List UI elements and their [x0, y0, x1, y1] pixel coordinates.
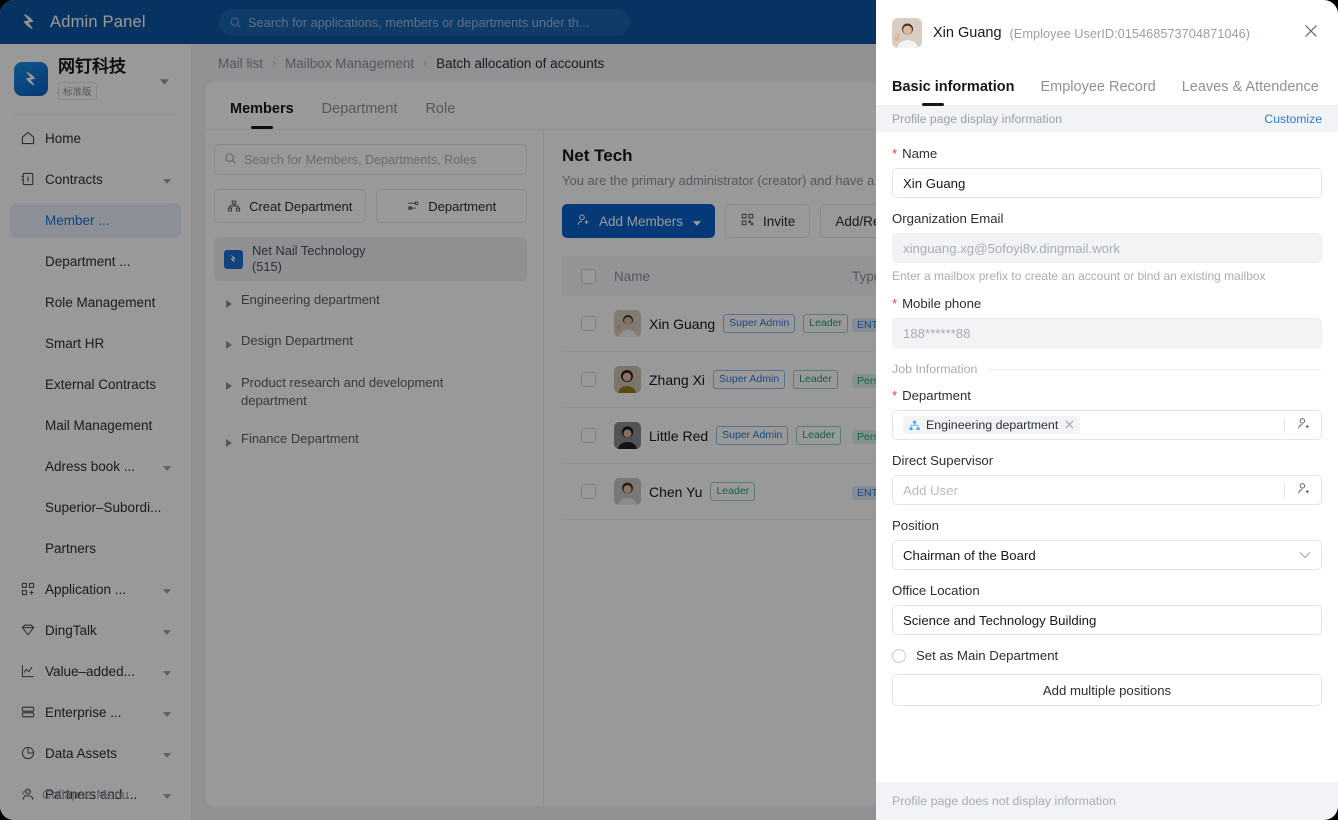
direct-supervisor-input[interactable]: Add User — [892, 475, 1322, 505]
office-location-input[interactable]: Science and Technology Building — [892, 605, 1322, 635]
tab-label: Employee Record — [1040, 79, 1156, 95]
tab-leaves-attendence[interactable]: Leaves & Attendence — [1182, 79, 1319, 105]
label-text: Mobile phone — [902, 296, 982, 311]
organization-email-input[interactable]: xinguang.xg@5ofoyi8v.dingmail.work — [892, 233, 1322, 263]
field-office-location: Office Location Science and Technology B… — [892, 583, 1322, 635]
department-chip-label: Engineering department — [926, 418, 1059, 432]
mobile-phone-input[interactable]: 188******88 — [892, 318, 1322, 348]
add-multiple-positions-button[interactable]: Add multiple positions — [892, 674, 1322, 706]
drawer-footer-text: Profile page does not display informatio… — [892, 794, 1116, 808]
drawer-person-name: Xin Guang — [933, 25, 1002, 41]
name-input[interactable]: Xin Guang — [892, 168, 1322, 198]
tab-basic-information[interactable]: Basic information — [892, 79, 1015, 106]
tab-label: Leaves & Attendence — [1181, 79, 1319, 95]
drawer-tabs: Basic information Employee Record Leaves… — [876, 66, 1338, 106]
close-small-icon[interactable] — [1065, 418, 1074, 432]
label-text: Department — [902, 388, 971, 403]
set-main-department-label: Set as Main Department — [916, 648, 1059, 663]
customize-link[interactable]: Customize — [1264, 112, 1322, 126]
drawer-form: * Name Xin Guang Organization Email xingu… — [876, 132, 1338, 782]
position-value: Chairman of the Board — [903, 547, 1036, 563]
tab-employee-record[interactable]: Employee Record — [1040, 79, 1155, 105]
department-chip[interactable]: Engineering department — [903, 416, 1081, 434]
divider — [1284, 482, 1285, 498]
field-label-department: * Department — [892, 388, 1322, 403]
add-multiple-positions-label: Add multiple positions — [1042, 682, 1172, 698]
required-asterisk: * — [892, 146, 898, 161]
field-name: * Name Xin Guang — [892, 146, 1322, 198]
position-select[interactable]: Chairman of the Board — [892, 540, 1322, 570]
phone-placeholder: 188******88 — [903, 325, 971, 341]
set-main-department-row[interactable]: Set as Main Department — [892, 648, 1322, 663]
close-icon[interactable] — [1302, 22, 1320, 45]
name-value: Xin Guang — [903, 175, 966, 191]
user-add-icon[interactable] — [1296, 416, 1311, 434]
drawer-notice-bar: Profile page display information Customi… — [876, 106, 1338, 132]
supervisor-placeholder: Add User — [903, 482, 958, 498]
drawer-user-id: (Employee UserID:015468573704871046) — [1009, 25, 1250, 41]
drawer-notice-text: Profile page display information — [892, 112, 1063, 126]
radio-unchecked-icon[interactable] — [892, 648, 906, 663]
field-direct-supervisor: Direct Supervisor Add User — [892, 453, 1322, 505]
field-label-office: Office Location — [892, 583, 980, 598]
department-add-control[interactable] — [1284, 416, 1311, 434]
department-input[interactable]: Engineering department — [892, 410, 1322, 440]
email-hint: Enter a mailbox prefix to create an acco… — [892, 269, 1266, 283]
field-label-position: Position — [892, 518, 939, 533]
tab-label: Basic information — [892, 79, 1015, 95]
field-organization-email: Organization Email xinguang.xg@5ofoyi8v.… — [892, 211, 1322, 283]
email-placeholder: xinguang.xg@5ofoyi8v.dingmail.work — [903, 240, 1120, 256]
user-add-icon[interactable] — [1296, 481, 1311, 499]
supervisor-add-control[interactable] — [1284, 481, 1311, 499]
required-asterisk: * — [892, 296, 898, 311]
required-asterisk: * — [892, 388, 898, 403]
field-label-supervisor: Direct Supervisor — [892, 453, 994, 468]
label-text: Name — [902, 146, 938, 161]
field-label-phone: * Mobile phone — [892, 296, 1322, 311]
field-department: * Department Engineering department — [892, 388, 1322, 440]
field-mobile-phone: * Mobile phone 188******88 — [892, 296, 1322, 348]
office-value: Science and Technology Building — [903, 612, 1097, 628]
employee-detail-drawer: Xin Guang (Employee UserID:0154685737048… — [876, 0, 1338, 820]
divider-label: Job Information — [892, 362, 978, 376]
app-window: Admin Panel Search for applications, mem… — [0, 0, 1338, 820]
org-tree-icon — [909, 420, 920, 431]
avatar — [892, 18, 922, 48]
drawer-footer: Profile page does not display informatio… — [876, 782, 1338, 820]
field-position: Position Chairman of the Board — [892, 518, 1322, 570]
job-information-divider: Job Information — [892, 362, 1322, 376]
drawer-header: Xin Guang (Employee UserID:0154685737048… — [876, 0, 1338, 66]
field-label-email: Organization Email — [892, 211, 1004, 226]
field-label-name: * Name — [892, 146, 1322, 161]
divider — [1284, 417, 1285, 433]
chevron-down-icon[interactable] — [1299, 551, 1311, 559]
